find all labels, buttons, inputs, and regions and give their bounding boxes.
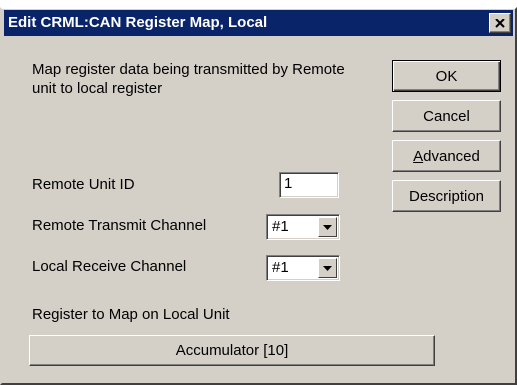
remote-transmit-channel-value: #1 (272, 218, 289, 235)
remote-transmit-channel-select[interactable]: #1 (266, 214, 340, 240)
screen-top-strip (0, 0, 517, 7)
close-icon (495, 18, 505, 28)
ok-button[interactable]: OK (392, 60, 501, 92)
ok-button-label: OK (435, 67, 458, 85)
window-title: Edit CRML:CAN Register Map, Local (8, 14, 268, 31)
chevron-down-icon[interactable] (318, 217, 337, 237)
register-select-button-label: Accumulator [10] (175, 342, 289, 359)
title-bar[interactable]: Edit CRML:CAN Register Map, Local (4, 10, 513, 36)
local-receive-channel-value: #1 (272, 259, 289, 276)
advanced-button[interactable]: Advanced (392, 140, 501, 172)
description-button-label: Description (408, 187, 485, 205)
description-button[interactable]: Description (392, 180, 501, 212)
remote-unit-id-label: Remote Unit ID (32, 176, 135, 193)
register-to-map-label: Register to Map on Local Unit (32, 306, 230, 323)
dialog-window: Edit CRML:CAN Register Map, Local Map re… (0, 7, 517, 385)
local-receive-channel-label: Local Receive Channel (32, 258, 187, 275)
cancel-button-label: Cancel (423, 107, 470, 125)
chevron-down-icon[interactable] (318, 258, 337, 278)
register-select-button[interactable]: Accumulator [10] (29, 335, 435, 366)
advanced-button-label: Advanced (413, 147, 480, 165)
local-receive-channel-select[interactable]: #1 (266, 255, 340, 281)
close-button[interactable] (489, 13, 511, 33)
remote-transmit-channel-label: Remote Transmit Channel (32, 217, 207, 234)
dialog-description: Map register data being transmitted by R… (32, 61, 345, 97)
remote-unit-id-input[interactable]: 1 (279, 172, 339, 198)
cancel-button[interactable]: Cancel (392, 100, 501, 132)
